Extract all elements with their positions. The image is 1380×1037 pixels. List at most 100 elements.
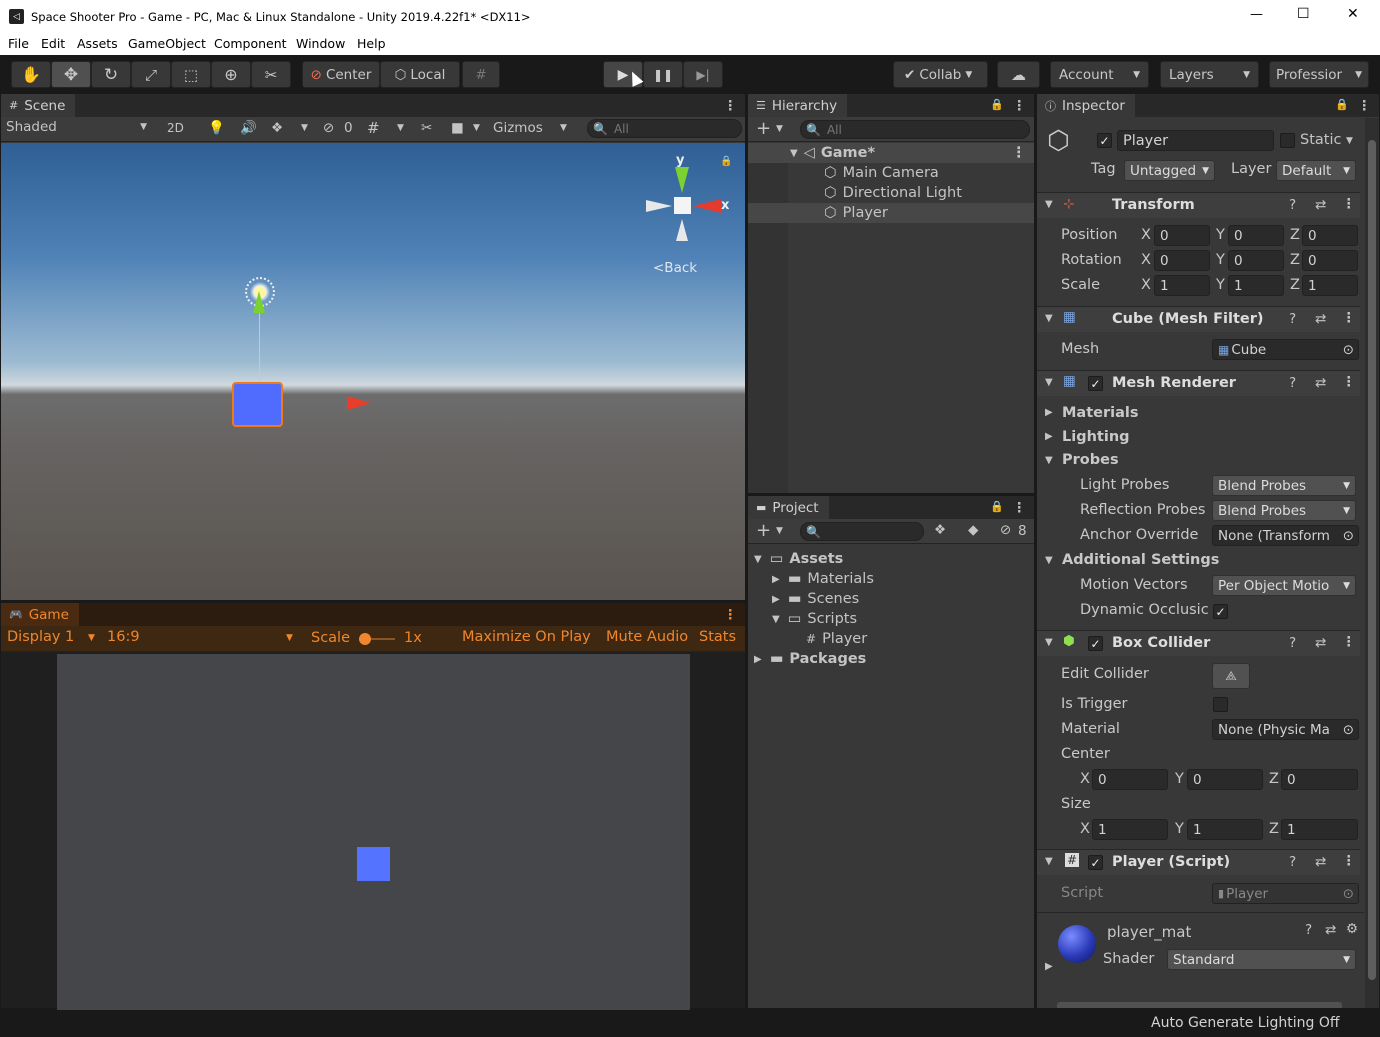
tree-item-packages[interactable]: ▶ ▬ Packages — [748, 649, 1034, 669]
menu-assets[interactable]: Assets — [77, 36, 118, 51]
rotation-z-field[interactable]: 0 — [1302, 250, 1358, 271]
menu-gameobject[interactable]: GameObject — [128, 36, 206, 51]
size-z-field[interactable]: 1 — [1281, 819, 1358, 840]
scene-root-item[interactable]: ▼ ◁ Game* ⋮ — [748, 143, 1034, 163]
cloud-button[interactable]: ☁ — [997, 61, 1040, 88]
visibility-hidden-icon[interactable]: ⊘ — [1000, 522, 1011, 538]
rotation-y-field[interactable]: 0 — [1228, 250, 1284, 271]
tab-hierarchy[interactable]: ☰ Hierarchy — [748, 94, 848, 117]
preset-icon[interactable]: ⇄ — [1325, 922, 1336, 938]
more-options-icon[interactable]: ⋮ — [1012, 145, 1027, 161]
dropdown-arrow-icon[interactable]: ▼ — [286, 633, 293, 643]
foldout-arrow-icon[interactable]: ▼ — [1045, 199, 1053, 210]
game-viewport[interactable] — [57, 654, 690, 1010]
help-icon[interactable]: ? — [1305, 922, 1312, 938]
account-dropdown[interactable]: Account ▼ — [1050, 61, 1149, 88]
pivot-center-button[interactable]: ⊘ Center — [302, 61, 380, 88]
mesh-renderer-component-header[interactable]: ▼ ▦ ✓ Mesh Renderer ? ⇄ ⋮ — [1037, 370, 1360, 396]
dropdown-arrow-icon[interactable]: ▼ — [473, 123, 480, 133]
scale-z-field[interactable]: 1 — [1302, 275, 1358, 296]
layout-dropdown[interactable]: Professior ▼ — [1269, 61, 1369, 88]
dropdown-arrow-icon[interactable]: ▼ — [397, 123, 404, 133]
tree-item-player-script[interactable]: # Player — [748, 629, 1034, 649]
object-picker-icon[interactable]: ⊙ — [1342, 527, 1354, 544]
object-picker-icon[interactable]: ⊙ — [1342, 721, 1354, 738]
aspect-ratio-dropdown[interactable]: 16:9 — [107, 629, 140, 645]
more-options-icon[interactable]: ⋮ — [1358, 98, 1372, 114]
gizmo-y-cone[interactable] — [675, 167, 689, 193]
create-asset-button[interactable]: + — [756, 520, 771, 541]
player-script-component-header[interactable]: ▼ # ✓ Player (Script) ? ⇄ ⋮ — [1037, 849, 1360, 875]
hierarchy-item[interactable]: ⬡ Main Camera — [748, 163, 1034, 183]
expand-arrow-icon[interactable]: ▼ — [754, 554, 762, 565]
maximize-button[interactable]: ☐ — [1297, 6, 1310, 22]
foldout-arrow-icon[interactable]: ▶ — [1045, 407, 1053, 418]
scale-y-field[interactable]: 1 — [1228, 275, 1284, 296]
more-options-icon[interactable]: ⋮ — [1013, 98, 1027, 114]
light-probes-dropdown[interactable]: Blend Probes ▼ — [1212, 475, 1356, 496]
lighting-foldout[interactable]: Lighting — [1062, 429, 1130, 445]
scene-viewport[interactable]: y x <Back 🔒 — [1, 143, 745, 600]
tab-inspector[interactable]: ⓘ Inspector — [1037, 94, 1135, 117]
center-x-field[interactable]: 0 — [1092, 769, 1168, 790]
layers-dropdown[interactable]: Layers ▼ — [1160, 61, 1259, 88]
minimize-button[interactable]: — — [1250, 7, 1263, 22]
step-button[interactable]: ▶| — [683, 61, 723, 88]
camera-icon[interactable]: ■ — [451, 120, 464, 136]
custom-tool-button[interactable]: ✂ — [251, 61, 291, 88]
scale-x-field[interactable]: 1 — [1154, 275, 1210, 296]
collab-button[interactable]: ✔ Collab ▼ — [893, 61, 988, 88]
tree-item-assets[interactable]: ▼ ▭ Assets — [748, 549, 1034, 569]
object-name-input[interactable]: Player — [1117, 130, 1274, 151]
collapse-arrow-icon[interactable]: ▶ — [772, 574, 780, 585]
move-tool-button[interactable]: ✥ — [51, 61, 91, 88]
hierarchy-search-input[interactable]: 🔍 All — [800, 120, 1030, 139]
enabled-checkbox[interactable]: ✓ — [1088, 376, 1103, 391]
tab-project[interactable]: ▬ Project — [748, 496, 829, 519]
gizmo-neg-y-cone[interactable] — [676, 219, 688, 241]
lock-icon[interactable]: 🔒 — [720, 156, 732, 167]
center-z-field[interactable]: 0 — [1281, 769, 1358, 790]
add-component-button[interactable] — [1057, 1002, 1342, 1008]
dropdown-arrow-icon[interactable]: ▼ — [1346, 136, 1353, 146]
maximize-on-play-toggle[interactable]: Maximize On Play — [462, 629, 591, 645]
transform-component-header[interactable]: ▼ ⊹ Transform ? ⇄ ⋮ — [1037, 192, 1360, 218]
gear-icon[interactable]: ⚙ — [1346, 921, 1358, 937]
gizmo-center-cube[interactable] — [674, 197, 691, 214]
more-options-icon[interactable]: ⋮ — [1342, 853, 1356, 869]
filter-by-label-icon[interactable]: ◆ — [968, 522, 978, 538]
scene-view-gizmo[interactable]: y x <Back 🔒 — [643, 153, 743, 276]
scale-tool-button[interactable]: ⤢ — [131, 61, 171, 88]
rotate-tool-button[interactable]: ↻ — [91, 61, 131, 88]
more-options-icon[interactable]: ⋮ — [1342, 310, 1356, 326]
tree-item-scripts[interactable]: ▼ ▭ Scripts — [748, 609, 1034, 629]
player-cube-scene[interactable] — [232, 382, 283, 427]
grid-snap-button[interactable]: # — [462, 61, 500, 88]
add-object-button[interactable]: + — [756, 118, 771, 139]
foldout-arrow-icon[interactable]: ▶ — [1045, 961, 1053, 972]
lock-icon[interactable]: 🔒 — [990, 500, 1004, 513]
dropdown-arrow-icon[interactable]: ▼ — [560, 123, 567, 133]
scale-slider[interactable] — [359, 633, 395, 645]
help-icon[interactable]: ? — [1289, 375, 1296, 391]
foldout-arrow-icon[interactable]: ▼ — [1045, 856, 1053, 867]
menu-file[interactable]: File — [8, 36, 29, 51]
project-search-input[interactable]: 🔍 — [800, 522, 924, 541]
menu-edit[interactable]: Edit — [41, 36, 65, 51]
lock-icon[interactable]: 🔒 — [990, 98, 1004, 111]
preset-icon[interactable]: ⇄ — [1315, 311, 1326, 327]
lock-icon[interactable]: 🔒 — [1335, 98, 1349, 111]
material-preview-sphere[interactable] — [1058, 925, 1096, 963]
expand-arrow-icon[interactable]: ▼ — [772, 614, 780, 625]
more-options-icon[interactable]: ⋮ — [724, 607, 738, 623]
display-dropdown[interactable]: Display 1 — [7, 629, 74, 645]
hierarchy-item[interactable]: ⬡ Directional Light — [748, 183, 1034, 203]
physic-material-field[interactable]: None (Physic Ma ⊙ — [1212, 719, 1359, 740]
position-z-field[interactable]: 0 — [1302, 225, 1358, 246]
foldout-arrow-icon[interactable]: ▼ — [1045, 313, 1053, 324]
gizmo-x-cone[interactable] — [693, 199, 721, 213]
help-icon[interactable]: ? — [1289, 635, 1296, 651]
inspector-scrollbar[interactable] — [1365, 118, 1379, 1008]
active-checkbox[interactable]: ✓ — [1097, 133, 1112, 148]
preset-icon[interactable]: ⇄ — [1315, 197, 1326, 213]
